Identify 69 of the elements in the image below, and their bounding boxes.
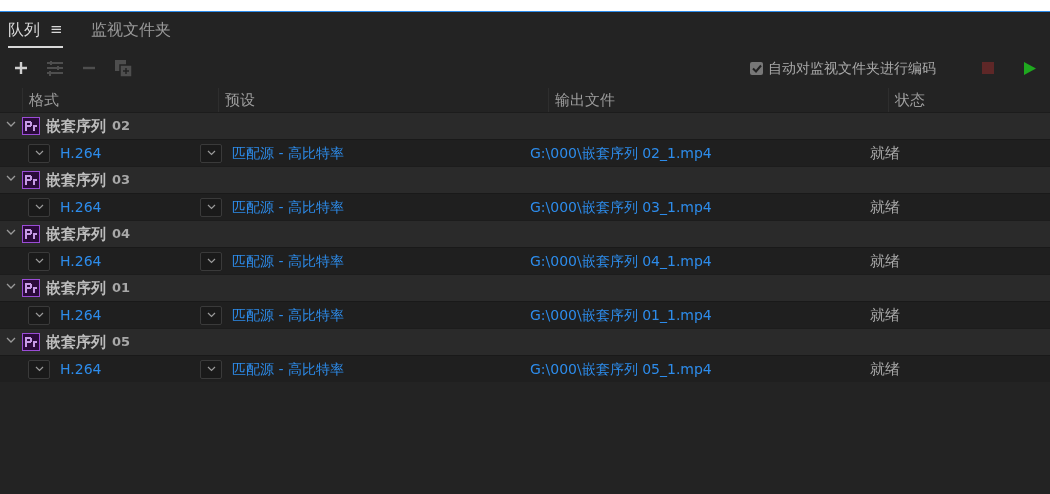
chevron-icon xyxy=(206,258,216,264)
preset-link[interactable]: 匹配源 - 高比特率 xyxy=(232,358,344,380)
dropdown-button[interactable] xyxy=(28,251,50,271)
dropdown-button[interactable] xyxy=(28,143,50,163)
output-file-link[interactable]: G:\000\嵌套序列 01_1.mp4 xyxy=(530,304,870,326)
format-link[interactable]: H.264 xyxy=(60,250,102,272)
premiere-file-icon xyxy=(22,117,40,135)
chevron-icon xyxy=(206,150,216,156)
status-text: 就绪 xyxy=(870,196,901,218)
premiere-file-icon xyxy=(22,171,40,189)
chevron-icon xyxy=(34,204,44,210)
chevron-icon xyxy=(34,312,44,318)
status-text: 就绪 xyxy=(870,142,901,164)
format-link[interactable]: H.264 xyxy=(60,358,102,380)
group-name: 嵌套序列 xyxy=(46,277,106,299)
preset-link[interactable]: 匹配源 - 高比特率 xyxy=(232,304,344,326)
preset-link[interactable]: 匹配源 - 高比特率 xyxy=(232,250,344,272)
status-text: 就绪 xyxy=(870,304,901,326)
play-icon xyxy=(1024,61,1036,75)
format-link[interactable]: H.264 xyxy=(60,142,102,164)
group-row[interactable]: 嵌套序列 05 xyxy=(0,328,1050,355)
chevron-icon xyxy=(34,150,44,156)
dropdown-button[interactable] xyxy=(28,359,50,379)
output-file-link[interactable]: G:\000\嵌套序列 04_1.mp4 xyxy=(530,250,870,272)
chevron-icon xyxy=(206,312,216,318)
chevron-icon xyxy=(34,258,44,264)
tab[interactable]: 队列 ≡ xyxy=(8,12,63,48)
group-name: 嵌套序列 xyxy=(46,223,106,245)
dropdown-button[interactable] xyxy=(200,305,222,325)
output-file-link[interactable]: G:\000\嵌套序列 02_1.mp4 xyxy=(530,142,870,164)
dropdown-button[interactable] xyxy=(28,197,50,217)
group-row[interactable]: 嵌套序列 01 xyxy=(0,274,1050,301)
dropdown-button[interactable] xyxy=(200,143,222,163)
preset-link[interactable]: 匹配源 - 高比特率 xyxy=(232,142,344,164)
add-icon xyxy=(14,61,28,75)
group-row[interactable]: 嵌套序列 03 xyxy=(0,166,1050,193)
group-number: 03 xyxy=(112,171,131,190)
group-row[interactable]: 嵌套序列 02 xyxy=(0,112,1050,139)
chevron-icon xyxy=(206,204,216,210)
preset-link[interactable]: 匹配源 - 高比特率 xyxy=(232,196,344,218)
format-link[interactable]: H.264 xyxy=(60,196,102,218)
group-number: 01 xyxy=(112,279,131,298)
premiere-file-icon xyxy=(22,279,40,297)
checkbox-label: 自动对监视文件夹进行编码 xyxy=(768,58,936,78)
dropdown-button[interactable] xyxy=(200,251,222,271)
duplicate-icon xyxy=(114,59,132,77)
checkbox[interactable] xyxy=(750,61,763,75)
tab[interactable]: 监视文件夹 xyxy=(90,12,171,48)
group-number: 04 xyxy=(112,225,131,244)
dropdown-button[interactable] xyxy=(200,359,222,379)
premiere-file-icon xyxy=(22,225,40,243)
dropdown-button[interactable] xyxy=(28,305,50,325)
sliders-icon xyxy=(46,60,64,76)
output-file-link[interactable]: G:\000\嵌套序列 03_1.mp4 xyxy=(530,196,870,218)
status-text: 就绪 xyxy=(870,358,901,380)
group-name: 嵌套序列 xyxy=(46,169,106,191)
chevron-icon xyxy=(34,366,44,372)
stop-icon xyxy=(982,62,994,74)
group-row[interactable]: 嵌套序列 04 xyxy=(0,220,1050,247)
dropdown-button[interactable] xyxy=(200,197,222,217)
premiere-file-icon xyxy=(22,333,40,351)
status-text: 就绪 xyxy=(870,250,901,272)
group-number: 05 xyxy=(112,333,131,352)
output-file-link[interactable]: G:\000\嵌套序列 05_1.mp4 xyxy=(530,358,870,380)
group-name: 嵌套序列 xyxy=(46,331,106,353)
group-name: 嵌套序列 xyxy=(46,115,106,137)
group-number: 02 xyxy=(112,117,131,136)
format-link[interactable]: H.264 xyxy=(60,304,102,326)
chevron-icon xyxy=(206,366,216,372)
